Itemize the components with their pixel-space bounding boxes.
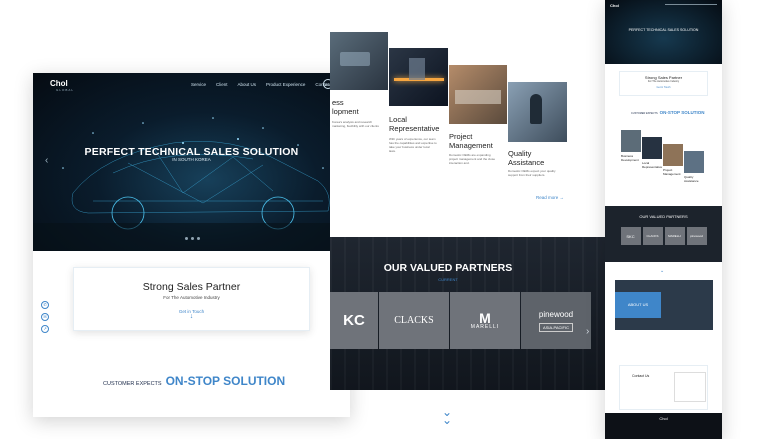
mini-photo-4	[684, 151, 704, 173]
carousel-dot[interactable]	[185, 237, 188, 240]
site-logo[interactable]: Chol	[50, 79, 68, 88]
mini-service-2: Local Representative	[642, 161, 663, 169]
carousel-prev-icon[interactable]: ‹	[45, 155, 48, 166]
mini-photo-3	[663, 144, 683, 166]
partner-logo-marelli[interactable]: M MARELLI	[450, 292, 520, 349]
mini-card-link: Get in Touch	[656, 86, 671, 89]
hero-car-graphic	[33, 117, 350, 251]
services-partners-mockup: ess lopment Korea's analysis and researc…	[330, 32, 605, 390]
mini-hero: Chol PERFECT TECHNICAL SALES SOLUTION	[605, 0, 722, 64]
mini-service-3: Project Management	[663, 168, 681, 176]
share-icon[interactable]: ↗	[41, 325, 49, 333]
mini-partner-4: pinewood	[686, 227, 707, 245]
service-photo-project	[449, 65, 507, 124]
carousel-dot[interactable]	[197, 237, 200, 240]
phone-icon[interactable]: ✆	[41, 301, 49, 309]
partner-logo-marelli-text: MARELLI	[470, 323, 500, 330]
mini-service-4: Quality Assistance	[684, 175, 699, 183]
partner-logo-pinewood-caption: ASIA-PACIFIC	[539, 322, 573, 332]
service-title-quality: Quality Assistance	[508, 149, 545, 167]
mini-footer: Chol	[605, 413, 722, 439]
mini-partner-logos: SKC CLACKS MARELLI pinewood	[605, 227, 722, 245]
solution-title: ON-STOP SOLUTION	[165, 374, 286, 388]
mini-solution-heading: CUSTOMER EXPECTS ON-STOP SOLUTION	[631, 110, 704, 115]
arrow-down-icon: ↓	[189, 313, 194, 320]
service-photo-local	[389, 48, 448, 106]
carousel-dots	[185, 237, 200, 240]
nav-about-us[interactable]: About Us	[238, 82, 257, 87]
service-body-project: Domestic OEMs are expanding project mana…	[449, 153, 496, 165]
arrow-right-icon: →	[559, 195, 565, 200]
partner-logo-skc-text: KC	[343, 312, 365, 329]
mini-solution-title: ON-STOP SOLUTION	[659, 110, 705, 115]
mini-nav	[665, 4, 717, 5]
service-title-local: Local Representative	[389, 115, 440, 133]
partner-logo-pinewood-text: pinewood	[538, 309, 574, 319]
service-body-local: With years of experience, our team has t…	[389, 137, 437, 153]
mini-hero-title: PERFECT TECHNICAL SALES SOLUTION	[628, 28, 699, 32]
solution-prefix: CUSTOMER EXPECTS	[103, 381, 162, 387]
main-nav: Service Client About Us Product Experien…	[191, 82, 331, 87]
card-subtitle: For The Automotive Industry	[163, 295, 220, 300]
mini-partner-3: MARELLI	[664, 227, 685, 245]
service-body-business: Korea's analysis and research marketing,…	[332, 120, 379, 128]
mini-photo-1	[621, 130, 641, 152]
mini-logo: Chol	[610, 3, 619, 8]
mini-solution-prefix: CUSTOMER EXPECTS	[631, 112, 658, 115]
partner-logo-skc[interactable]: KC	[330, 292, 378, 349]
read-more-label: Read more	[536, 195, 559, 200]
mini-footer-logo: Chol	[659, 416, 668, 421]
card-title: Strong Sales Partner	[142, 281, 241, 293]
service-title-project: Project Management	[449, 132, 493, 150]
mini-contact-form	[674, 372, 706, 402]
partners-subtitle: CURRENT	[438, 277, 458, 282]
partner-logo-clacks-text: CLACKS	[394, 315, 434, 326]
mini-arrow-icon: ⌄	[660, 268, 665, 274]
sales-partner-card: Strong Sales Partner For The Automotive …	[73, 267, 310, 331]
mini-about-title: ABOUT US	[615, 292, 661, 318]
service-photo-quality	[508, 82, 567, 142]
carousel-dot[interactable]	[191, 237, 194, 240]
hero-subtitle: IN SOUTH KOREA	[172, 157, 211, 162]
mini-partner-2: CLACKS	[642, 227, 663, 245]
mini-service-1: Business Development	[621, 154, 639, 162]
mini-card-subtitle: For The Automotive Industry	[647, 80, 680, 83]
marelli-m-icon: M	[479, 309, 491, 326]
mini-photo-2	[642, 137, 662, 159]
mini-partner-card: Strong Sales Partner For The Automotive …	[619, 71, 708, 96]
read-more-link[interactable]: Read more →	[536, 195, 564, 200]
fullpage-mockup-right: Chol PERFECT TECHNICAL SALES SOLUTION St…	[605, 0, 722, 439]
partner-logo-clacks[interactable]: CLACKS	[379, 292, 449, 349]
nav-product-experience[interactable]: Product Experience	[266, 82, 305, 87]
mini-partners-title: OUR VALUED PARTNERS	[639, 214, 688, 219]
mini-partner-1: SKC	[620, 227, 641, 245]
partners-title: OUR VALUED PARTNERS	[383, 262, 513, 274]
mini-partners: OUR VALUED PARTNERS SKC CLACKS MARELLI p…	[605, 206, 722, 262]
partner-logo-pinewood[interactable]: pinewood ASIA-PACIFIC	[521, 292, 591, 349]
scroll-down-icon[interactable]: ⌄ ⌄	[442, 406, 452, 426]
partners-next-icon[interactable]: ›	[586, 326, 589, 337]
solution-heading: CUSTOMER EXPECTS ON-STOP SOLUTION	[103, 374, 285, 388]
hero-section: Chol GLOBAL Service Client About Us Prod…	[33, 73, 350, 251]
service-body-quality: Domestic OEMs expect your quality suppor…	[508, 169, 556, 177]
service-photo-business	[330, 32, 388, 90]
site-logo-sub: GLOBAL	[56, 88, 75, 92]
homepage-mockup-left: Chol GLOBAL Service Client About Us Prod…	[33, 73, 350, 417]
mini-contact-box: Contact Us	[619, 365, 708, 410]
service-title-business: ess lopment	[332, 98, 359, 116]
nav-client[interactable]: Client	[216, 82, 228, 87]
chat-icon[interactable]: ✉	[41, 313, 49, 321]
nav-service[interactable]: Service	[191, 82, 206, 87]
